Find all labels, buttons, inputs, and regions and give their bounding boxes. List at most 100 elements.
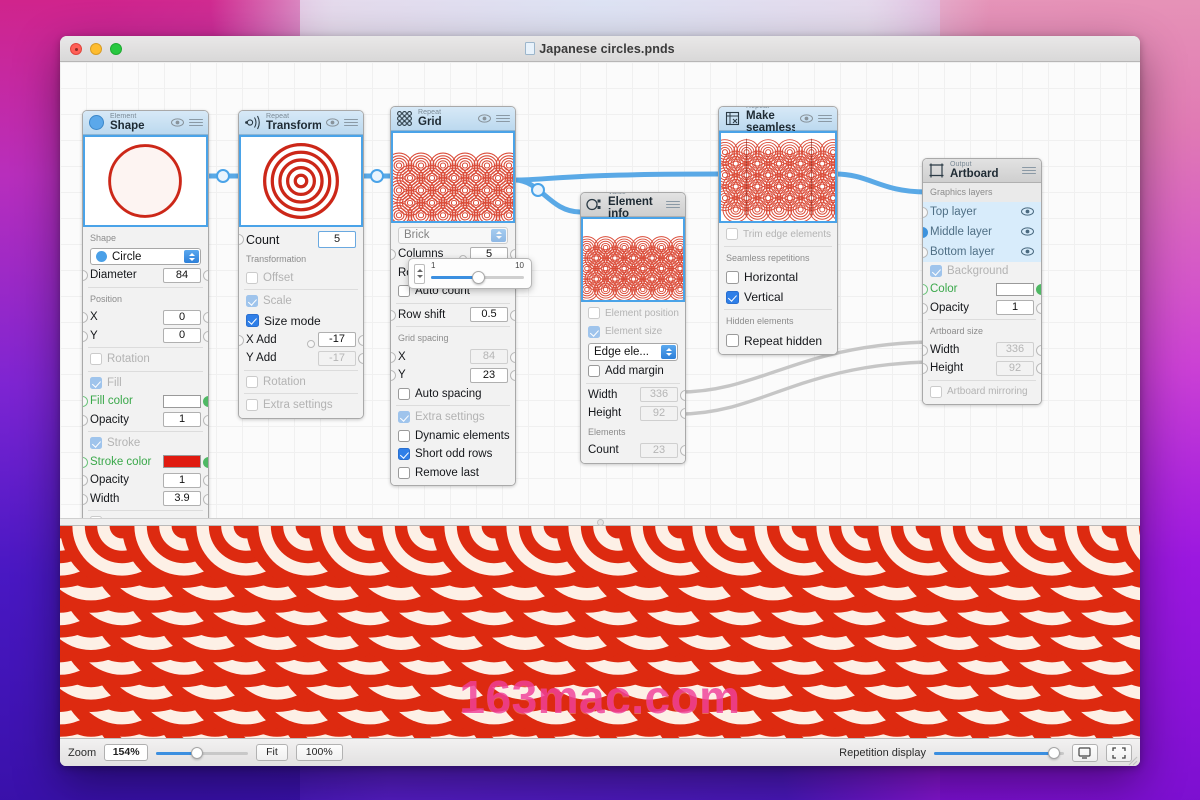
port-stroke-opacity-in[interactable] <box>83 475 88 486</box>
row-grid-extra[interactable]: Extra settings <box>391 408 515 427</box>
node-transform-header[interactable]: Repeat Transform <box>239 111 363 135</box>
element-position-checkbox[interactable] <box>588 307 600 320</box>
port-x-in[interactable] <box>83 312 88 323</box>
port-x-out[interactable] <box>203 312 208 323</box>
row-artboard-opacity[interactable]: Opacity 1 <box>923 299 1041 318</box>
edge-element-select[interactable]: Edge ele... <box>588 342 678 361</box>
port-top-layer-in[interactable] <box>923 206 928 218</box>
row-element-position[interactable]: Element position <box>581 304 685 323</box>
row-grid-mode[interactable]: Brick <box>391 225 515 245</box>
stroke-checkbox[interactable] <box>90 437 102 450</box>
artboard-color-swatch[interactable] <box>996 282 1034 296</box>
port-stroke-opacity-out[interactable] <box>203 475 208 486</box>
count-field[interactable]: 5 <box>318 231 356 248</box>
visibility-eye-icon[interactable] <box>171 114 184 132</box>
ei-height-field[interactable]: 92 <box>640 405 678 421</box>
row-artboard-height[interactable]: Height 92 <box>923 359 1041 378</box>
port-middle-layer-in[interactable] <box>923 226 928 238</box>
row-ei-width[interactable]: Width 336 <box>581 386 685 405</box>
row-trim-edge[interactable]: Trim edge elements <box>719 225 837 244</box>
count-stepper[interactable] <box>414 263 425 284</box>
row-scale[interactable]: Scale <box>239 292 363 311</box>
row-count[interactable]: Count 5 <box>239 229 363 250</box>
element-size-checkbox[interactable] <box>588 325 600 338</box>
row-edge-select[interactable]: Edge ele... <box>581 341 685 362</box>
row-horizontal[interactable]: Horizontal <box>719 267 837 287</box>
row-fill-opacity[interactable]: Opacity 1 <box>83 411 208 430</box>
port-artboard-height-out[interactable] <box>1036 363 1041 374</box>
fill-opacity-field[interactable]: 1 <box>163 412 201 428</box>
node-make-seamless[interactable]: Repeat Make seamless Trim edge elements … <box>718 106 838 355</box>
repetition-display-slider[interactable] <box>934 746 1064 760</box>
port-spacing-y-in[interactable] <box>391 370 396 381</box>
port-ei-width-out[interactable] <box>680 389 685 401</box>
port-artboard-opacity-out[interactable] <box>1036 302 1041 314</box>
port-stroke-color-in[interactable] <box>83 456 88 468</box>
port-fill-color-in[interactable] <box>83 396 88 407</box>
shape-select[interactable]: Circle <box>90 248 201 266</box>
port-artboard-width-out[interactable] <box>1036 344 1041 356</box>
transform-rotation-checkbox[interactable] <box>246 375 258 388</box>
port-x-add-in[interactable] <box>239 334 244 346</box>
port-artboard-color-in[interactable] <box>923 284 928 295</box>
close-button[interactable] <box>70 42 82 55</box>
row-transform-extra[interactable]: Extra settings <box>239 396 363 415</box>
ei-count-field[interactable]: 23 <box>640 442 678 458</box>
port-artboard-color-out[interactable] <box>1036 284 1041 295</box>
port-count-in[interactable] <box>239 234 244 245</box>
row-stroke-opacity[interactable]: Opacity 1 <box>83 471 208 490</box>
zoom-slider[interactable] <box>156 746 249 760</box>
row-stroke[interactable]: Stroke <box>83 434 208 453</box>
middle-layer-eye-icon[interactable] <box>1021 223 1034 241</box>
row-shift-field[interactable]: 0.5 <box>470 307 508 323</box>
port-ei-height-out[interactable] <box>680 408 685 419</box>
scale-checkbox[interactable] <box>246 295 258 308</box>
stroke-color-swatch[interactable] <box>163 455 201 469</box>
node-menu-icon[interactable] <box>666 200 680 209</box>
port-spacing-x-in[interactable] <box>391 351 396 363</box>
auto-spacing-checkbox[interactable] <box>398 387 410 400</box>
node-menu-icon[interactable] <box>818 114 832 123</box>
splitter-grip[interactable] <box>596 518 604 526</box>
hundred-percent-button[interactable]: 100% <box>295 744 343 761</box>
row-artboard-mirroring[interactable]: Artboard mirroring <box>923 383 1041 402</box>
window-titlebar[interactable]: Japanese circles.pnds <box>60 36 1140 62</box>
port-bottom-layer-in[interactable] <box>923 246 928 258</box>
port-spacing-x-out[interactable] <box>510 351 515 363</box>
row-add-margin[interactable]: Add margin <box>581 362 685 381</box>
link-toggle-xy-add[interactable] <box>307 339 315 348</box>
bottom-toolbar[interactable]: Zoom 154% Fit 100% Repetition display <box>60 738 1140 766</box>
node-graph-canvas[interactable]: Element Shape Shape Circle Diameter 84 P… <box>60 62 1140 518</box>
node-transform[interactable]: Repeat Transform Count 5 Transformation … <box>238 110 364 419</box>
vertical-checkbox[interactable] <box>726 290 739 304</box>
minimize-button[interactable] <box>90 42 102 55</box>
node-shape-header[interactable]: Element Shape <box>83 111 208 135</box>
remove-last-checkbox[interactable] <box>398 466 410 479</box>
visibility-eye-icon[interactable] <box>800 110 813 128</box>
row-artboard-color[interactable]: Color <box>923 280 1041 299</box>
row-artboard-width[interactable]: Width 336 <box>923 341 1041 360</box>
row-remove-last[interactable]: Remove last <box>391 464 515 483</box>
node-menu-icon[interactable] <box>496 114 510 123</box>
row-shape-select[interactable]: Circle <box>83 248 208 267</box>
bottom-layer-eye-icon[interactable] <box>1021 243 1034 261</box>
pattern-preview[interactable]: 163mac.com <box>60 526 1140 738</box>
row-element-size[interactable]: Element size <box>581 323 685 342</box>
stroke-width-field[interactable]: 3.9 <box>163 491 201 507</box>
grid-mode-stepper[interactable] <box>491 228 506 242</box>
row-fill[interactable]: Fill <box>83 374 208 393</box>
stroke-opacity-field[interactable]: 1 <box>163 472 201 488</box>
node-shape[interactable]: Element Shape Shape Circle Diameter 84 P… <box>82 110 209 518</box>
row-spacing-x[interactable]: X 84 <box>391 348 515 367</box>
port-ei-count-out[interactable] <box>680 445 685 456</box>
port-row-shift-out[interactable] <box>510 309 515 321</box>
port-y-in[interactable] <box>83 330 88 342</box>
row-rotation[interactable]: Rotation <box>83 350 208 369</box>
fill-checkbox[interactable] <box>90 376 102 389</box>
add-margin-checkbox[interactable] <box>588 365 600 378</box>
port-diameter-in[interactable] <box>83 270 88 281</box>
node-make-seamless-header[interactable]: Repeat Make seamless <box>719 107 837 133</box>
count-slider-popover[interactable]: 1 10 <box>408 258 532 289</box>
port-artboard-opacity-in[interactable] <box>923 302 928 314</box>
spacing-x-field[interactable]: 84 <box>470 349 508 365</box>
